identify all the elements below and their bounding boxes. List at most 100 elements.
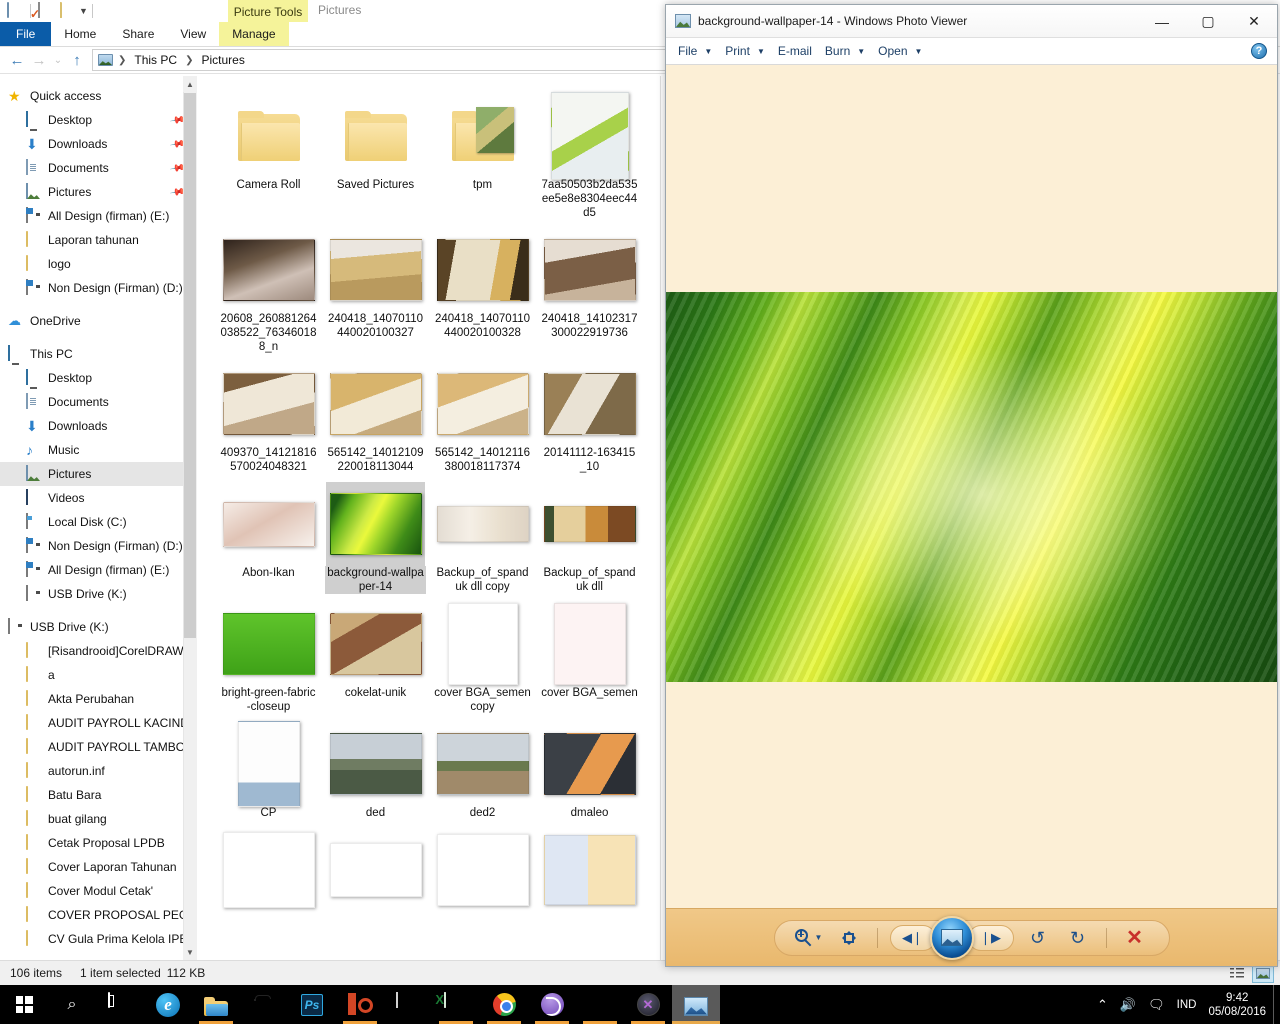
up-button[interactable]: ↑ [66,49,88,71]
file-tile[interactable]: Saved Pictures [322,90,429,220]
menu-email[interactable]: E-mail [778,44,825,58]
sidebar-item-risandrooid-coreldraw-x4[interactable]: [Risandrooid]CorelDRAW X4 [0,639,197,663]
sidebar-item-local-disk-c[interactable]: Local Disk (C:) [0,510,197,534]
sidebar-item-quick-access[interactable]: ★ Quick access [0,84,197,108]
sidebar-item-usb-drive-k[interactable]: USB Drive (K:) [0,615,197,639]
sidebar-item-batu-bara[interactable]: Batu Bara [0,783,197,807]
forward-button[interactable]: → [28,49,50,71]
sidebar-item-all-design-firman-e[interactable]: All Design (firman) (E:) [0,204,197,228]
sidebar-item-buat-gilang[interactable]: buat gilang [0,807,197,831]
language-indicator[interactable]: IND [1177,999,1197,1011]
file-tile[interactable]: 20141112-163415_10 [536,358,643,474]
slideshow-button[interactable] [929,915,974,960]
file-tile[interactable]: Backup_of_spanduk dll [536,478,643,594]
sidebar-item-akta-perubahan[interactable]: Akta Perubahan [0,687,197,711]
sidebar-item-cv-gula-prima-kelola-ipb[interactable]: CV Gula Prima Kelola IPB [0,927,197,951]
taskbar-edge[interactable]: e [144,985,192,1024]
sidebar-item-desktop[interactable]: Desktop [0,366,197,390]
clock[interactable]: 9:42 05/08/2016 [1208,991,1266,1019]
tab-file[interactable]: File [0,22,52,46]
sidebar-item-non-design-firman-d[interactable]: Non Design (Firman) (D:) [0,534,197,558]
tab-share[interactable]: Share [109,22,167,46]
sidebar-item-a[interactable]: a [0,663,197,687]
scroll-down-icon[interactable]: ▼ [183,944,197,960]
sidebar-item-logo[interactable]: logo [0,252,197,276]
image-display-area[interactable] [666,65,1277,908]
show-hidden-icons-icon[interactable]: ⌃ [1097,997,1108,1013]
start-button[interactable] [0,985,48,1024]
sidebar-item-downloads[interactable]: ⬇ Downloads 📌 [0,132,197,156]
sidebar-item-onedrive[interactable]: ☁ OneDrive [0,309,197,333]
taskbar-document[interactable] [384,985,432,1024]
sidebar-item-music[interactable]: ♪ Music [0,438,197,462]
sidebar-item-pictures[interactable]: Pictures [0,462,197,486]
rotate-clockwise-button[interactable]: ↻ [1060,924,1096,952]
menu-open[interactable]: Open ▼ [878,44,935,58]
breadcrumb-this-pc[interactable]: This PC [131,52,180,68]
taskbar-chrome[interactable] [480,985,528,1024]
sidebar-item-audit-payroll-tambora[interactable]: AUDIT PAYROLL TAMBORA [0,735,197,759]
file-tile[interactable]: 565142_14012109220018113044 [322,358,429,474]
taskbar-photo-viewer[interactable] [672,985,720,1024]
file-tile[interactable]: tpm [429,90,536,220]
minimize-button[interactable]: — [1139,5,1185,38]
file-tile[interactable]: 240418_14070110440020100328 [429,224,536,354]
zoom-button[interactable]: ▼ [791,924,827,952]
file-tile[interactable]: Abon-Ikan [215,478,322,594]
tab-view[interactable]: View [167,22,219,46]
sidebar-item-all-design-firman-e[interactable]: All Design (firman) (E:) [0,558,197,582]
sidebar-item-usb-drive-k[interactable]: USB Drive (K:) [0,582,197,606]
file-tile[interactable]: 20608_260881264038522_763460188_n [215,224,322,354]
fit-to-window-button[interactable] [831,924,867,952]
taskbar-bittorrent[interactable] [528,985,576,1024]
sidebar-item-laporan-tahunan[interactable]: Laporan tahunan [0,228,197,252]
taskbar-photoshop[interactable]: Ps [288,985,336,1024]
file-tile[interactable]: dmaleo [536,718,643,820]
breadcrumb-pictures[interactable]: Pictures [198,52,247,68]
taskbar-store[interactable] [240,985,288,1024]
delete-button[interactable]: ✕ [1117,924,1153,952]
menu-file[interactable]: File ▼ [678,44,725,58]
file-tile[interactable]: cover BGA_semen [536,598,643,714]
file-tile[interactable]: 7aa50503b2da535ee5e8e8304eec44d5 [536,90,643,220]
customize-qat-caret-icon[interactable]: ▼ [79,6,88,16]
file-tile[interactable] [215,824,322,912]
menu-print[interactable]: Print ▼ [725,44,778,58]
sidebar-scrollbar[interactable]: ▲ ▼ [183,76,197,960]
sidebar-item-this-pc[interactable]: This PC [0,342,197,366]
file-tile[interactable]: 409370_14121816570024048321 [215,358,322,474]
file-tile[interactable]: ded2 [429,718,536,820]
sidebar-item-pictures[interactable]: Pictures 📌 [0,180,197,204]
sidebar-item-cover-proposal-pegadaian[interactable]: COVER PROPOSAL PEGADAIAN [0,903,197,927]
file-tile[interactable]: CP [215,718,322,820]
speaker-icon[interactable]: 🔊 [1120,997,1136,1013]
sidebar-item-cover-modul-cetak[interactable]: Cover Modul Cetak' [0,879,197,903]
show-desktop-button[interactable] [1273,985,1280,1024]
tab-home[interactable]: Home [51,22,109,46]
back-button[interactable]: ← [6,49,28,71]
next-button[interactable]: ❘▶ [967,924,1014,951]
close-button[interactable]: ✕ [1231,5,1277,38]
sidebar-item-cover-laporan-tahunan[interactable]: Cover Laporan Tahunan [0,855,197,879]
file-tile[interactable] [322,824,429,912]
sidebar-item-autorun-inf[interactable]: autorun.inf [0,759,197,783]
task-view-button[interactable] [96,985,144,1024]
sidebar-item-cetak-proposal-lpdb[interactable]: Cetak Proposal LPDB [0,831,197,855]
file-tile[interactable] [429,824,536,912]
file-tile[interactable]: bright-green-fabric-closeup [215,598,322,714]
sidebar-item-desktop[interactable]: Desktop 📌 [0,108,197,132]
file-tile[interactable]: ded [322,718,429,820]
help-icon[interactable]: ? [1251,43,1267,59]
file-tile[interactable]: 240418_14070110440020100327 [322,224,429,354]
properties-icon[interactable] [38,2,54,19]
file-tile[interactable]: background-wallpaper-14 [322,478,429,594]
taskbar-file-explorer[interactable] [192,985,240,1024]
file-tile[interactable]: 240418_14102317300022919736 [536,224,643,354]
sidebar-item-videos[interactable]: Videos [0,486,197,510]
notification-icon[interactable]: 🗨 [1148,997,1165,1013]
sidebar-item-downloads[interactable]: ⬇ Downloads [0,414,197,438]
file-tile[interactable]: cover BGA_semen copy [429,598,536,714]
maximize-button[interactable]: ▢ [1185,5,1231,38]
taskbar-excel[interactable] [432,985,480,1024]
taskbar-xampp[interactable]: ✕ [624,985,672,1024]
